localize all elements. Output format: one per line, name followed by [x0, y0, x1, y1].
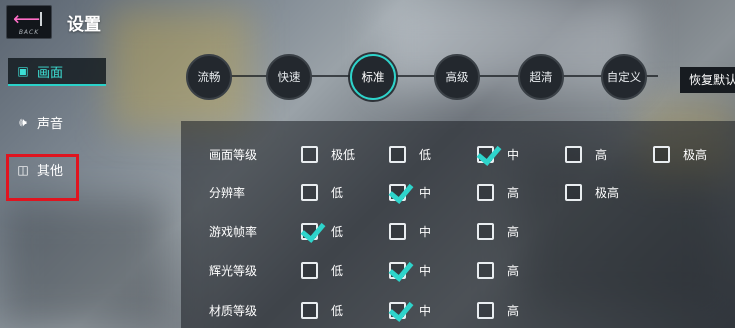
setting-label: 游戏帧率	[209, 225, 258, 239]
option-label: 低	[331, 304, 344, 318]
setting-option[interactable]: 高	[477, 173, 519, 212]
option-checkbox[interactable]	[389, 184, 406, 201]
option-label: 极高	[595, 186, 620, 200]
option-checkbox[interactable]	[477, 146, 494, 163]
option-label: 高	[595, 148, 608, 162]
back-label: BACK	[18, 29, 40, 36]
sidebar-item-graphics[interactable]: ▣ 画面	[8, 58, 106, 86]
setting-option[interactable]: 高	[477, 291, 519, 328]
option-label: 高	[507, 225, 520, 239]
setting-row: 画面等级 极低 低 中 高 极高	[181, 135, 735, 174]
restore-default-button[interactable]: 恢复默认	[680, 67, 735, 93]
settings-panel: 画面等级 极低低中高极高 分辨率低中高极高 游戏帧率低中高辉光等级低中高材质等级低中高	[181, 121, 735, 328]
setting-option[interactable]: 低	[301, 251, 343, 290]
option-label: 低	[419, 148, 432, 162]
back-button[interactable]: ⟵ BACK	[6, 5, 52, 39]
option-label: 高	[507, 186, 520, 200]
setting-option[interactable]: 高	[477, 251, 519, 290]
option-checkbox[interactable]	[565, 146, 582, 163]
option-checkbox[interactable]	[477, 184, 494, 201]
preset-option[interactable]: 自定义	[601, 54, 647, 100]
sidebar-item-sound[interactable]: 🕪 声音	[8, 113, 63, 132]
setting-option[interactable]: 低	[301, 291, 343, 328]
setting-option[interactable]: 低	[389, 135, 431, 174]
setting-option[interactable]: 低	[301, 212, 343, 251]
preset-option[interactable]: 超清	[518, 54, 564, 100]
option-checkbox[interactable]	[301, 262, 318, 279]
setting-row: 分辨率 低 中 高 极高	[181, 173, 735, 212]
option-checkbox[interactable]	[301, 184, 318, 201]
option-label: 极高	[683, 148, 708, 162]
option-label: 高	[507, 264, 520, 278]
option-label: 高	[507, 304, 520, 318]
setting-option[interactable]: 高	[565, 135, 607, 174]
option-checkbox[interactable]	[477, 302, 494, 319]
preset-track	[188, 75, 658, 77]
setting-label: 画面等级	[209, 148, 258, 162]
option-label: 中	[507, 148, 520, 162]
setting-row: 辉光等级 低 中 高	[181, 251, 735, 290]
option-label: 低	[331, 264, 344, 278]
option-label: 中	[419, 225, 432, 239]
option-label: 中	[419, 264, 432, 278]
back-arrow-icon: ⟵	[13, 8, 41, 30]
option-checkbox[interactable]	[301, 223, 318, 240]
preset-option[interactable]: 标准	[350, 54, 396, 100]
setting-option[interactable]: 中	[477, 135, 519, 174]
option-checkbox[interactable]	[565, 184, 582, 201]
setting-option[interactable]: 中	[389, 291, 431, 328]
setting-label: 材质等级	[209, 304, 258, 318]
option-checkbox[interactable]	[477, 262, 494, 279]
setting-row: 材质等级 低 中 高	[181, 291, 735, 328]
setting-option[interactable]: 高	[477, 212, 519, 251]
option-checkbox[interactable]	[389, 302, 406, 319]
option-label: 中	[419, 304, 432, 318]
speaker-icon: 🕪	[19, 115, 27, 129]
option-checkbox[interactable]	[477, 223, 494, 240]
option-label: 极低	[331, 148, 356, 162]
setting-label: 分辨率	[209, 186, 246, 200]
option-checkbox[interactable]	[389, 146, 406, 163]
sidebar-item-label: 声音	[37, 117, 64, 132]
setting-option[interactable]: 极高	[653, 135, 707, 174]
setting-option[interactable]: 中	[389, 173, 431, 212]
preset-option[interactable]: 流畅	[186, 54, 232, 100]
setting-option[interactable]: 低	[301, 173, 343, 212]
option-label: 低	[331, 186, 344, 200]
setting-row: 游戏帧率 低 中 高	[181, 212, 735, 251]
setting-option[interactable]: 极低	[301, 135, 355, 174]
option-label: 低	[331, 225, 344, 239]
setting-option[interactable]: 中	[389, 212, 431, 251]
option-checkbox[interactable]	[653, 146, 670, 163]
option-label: 中	[419, 186, 432, 200]
setting-option[interactable]: 极高	[565, 173, 619, 212]
display-icon: ▣	[17, 64, 29, 78]
preset-option[interactable]: 快速	[266, 54, 312, 100]
option-checkbox[interactable]	[301, 146, 318, 163]
option-checkbox[interactable]	[389, 223, 406, 240]
setting-label: 辉光等级	[209, 264, 258, 278]
page-title: 设置	[67, 15, 101, 35]
preset-option[interactable]: 高级	[434, 54, 480, 100]
option-checkbox[interactable]	[301, 302, 318, 319]
sidebar-item-label: 画面	[37, 65, 64, 81]
highlight-box	[6, 154, 79, 201]
setting-option[interactable]: 中	[389, 251, 431, 290]
option-checkbox[interactable]	[389, 262, 406, 279]
